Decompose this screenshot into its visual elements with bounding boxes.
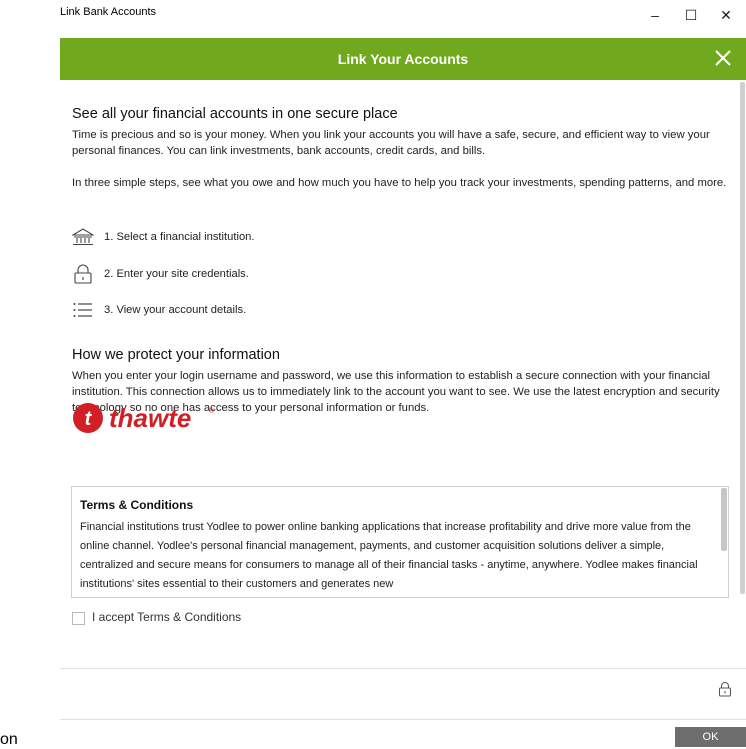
background-text: on (0, 731, 18, 748)
thawte-logo: t thawte ® (71, 400, 231, 436)
maximize-button[interactable]: ☐ (676, 4, 706, 26)
bottom-divider (60, 719, 746, 720)
terms-body: Financial institutions trust Yodlee to p… (80, 521, 698, 590)
window-title: Link Bank Accounts (60, 6, 157, 18)
accept-checkbox[interactable] (72, 612, 85, 625)
close-icon[interactable] (712, 47, 734, 69)
window-close-button[interactable]: ✕ (711, 4, 741, 26)
step-1-label: 1. Select a financial institution. (104, 231, 255, 243)
lock-icon (72, 264, 94, 284)
intro-paragraph-2: In three simple steps, see what you owe … (72, 177, 727, 189)
step-2-label: 2. Enter your site credentials. (104, 268, 249, 280)
content-scrollbar[interactable] (740, 82, 745, 594)
bank-icon (71, 227, 95, 247)
step-3-label: 3. View your account details. (104, 304, 247, 316)
window-titlebar: Link Bank Accounts – ☐ ✕ (0, 0, 746, 34)
dialog-header: Link Your Accounts (60, 38, 746, 80)
ok-button[interactable]: OK (675, 727, 746, 747)
terms-box[interactable]: Terms & Conditions Financial institution… (71, 486, 729, 598)
minimize-button[interactable]: – (640, 4, 670, 26)
svg-text:®: ® (209, 407, 215, 415)
accept-label: I accept Terms & Conditions (92, 610, 242, 624)
protect-heading: How we protect your information (72, 347, 280, 363)
intro-section: See all your financial accounts in one s… (72, 106, 732, 191)
terms-scrollbar[interactable] (721, 488, 727, 551)
dialog-title: Link Your Accounts (337, 51, 469, 67)
svg-text:thawte: thawte (109, 403, 191, 433)
intro-paragraph-1: Time is precious and so is your money. W… (72, 129, 710, 157)
terms-title: Terms & Conditions (80, 498, 194, 512)
list-icon (72, 300, 94, 320)
lock-icon (717, 681, 733, 697)
footer-divider (60, 668, 746, 669)
intro-heading: See all your financial accounts in one s… (72, 106, 398, 122)
